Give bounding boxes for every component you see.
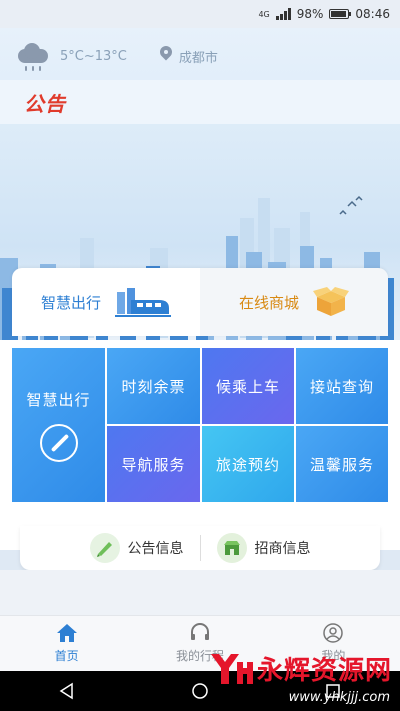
grid-timetable[interactable]: 时刻余票 — [107, 348, 200, 424]
yh-logo — [210, 654, 253, 684]
grid-smart-travel[interactable]: 智慧出行 — [12, 348, 105, 502]
headset-icon — [190, 623, 209, 640]
grid-label: 导航服务 — [121, 455, 186, 474]
signal-icon — [275, 8, 291, 20]
home-icon — [56, 624, 77, 642]
weather-widget[interactable]: 5°C~13°C 成都市 — [16, 36, 218, 76]
temperature-text: 5°C~13°C — [60, 48, 127, 64]
merchant-link[interactable]: 招商信息 — [201, 533, 327, 563]
watermark-url: www.yhkjjj.com — [288, 690, 390, 705]
grid-label: 时刻余票 — [121, 377, 186, 396]
watermark-text: 永辉资源网 — [256, 655, 392, 686]
grid-care-service[interactable]: 温馨服务 — [296, 426, 388, 502]
clock: 08:46 — [355, 7, 390, 21]
city-text: 成都市 — [178, 50, 218, 66]
location[interactable]: 成都市 — [159, 46, 218, 66]
nav-home[interactable]: 首页 — [0, 616, 133, 671]
grid-label: 智慧出行 — [26, 390, 91, 409]
tab-label: 智慧出行 — [40, 293, 101, 312]
location-pin-icon — [159, 46, 173, 66]
announcement-icon — [89, 533, 120, 563]
service-grid: 智慧出行 时刻余票 候乘上车 接站查询 导航服务 旅途预约 温馨服务 — [12, 348, 388, 502]
grid-label: 旅途预约 — [215, 455, 280, 474]
battery-percent: 98% — [296, 7, 324, 21]
status-bar: 4G 98% 08:46 — [0, 0, 400, 28]
box-icon — [313, 287, 349, 316]
notice-logo-text: 公告 — [24, 91, 66, 116]
back-icon[interactable] — [58, 682, 76, 700]
user-icon — [323, 623, 344, 643]
grid-label: 候乘上车 — [215, 377, 280, 396]
merchant-icon — [216, 533, 247, 563]
announcement-link[interactable]: 公告信息 — [74, 533, 200, 563]
network-type: 4G — [258, 9, 270, 19]
grid-navigation[interactable]: 导航服务 — [107, 426, 200, 502]
content-bottom-area — [0, 570, 400, 615]
tab-label: 在线商城 — [238, 293, 299, 312]
grid-label: 接站查询 — [309, 377, 374, 396]
train-icon — [115, 288, 171, 317]
tab-online-mall[interactable]: 在线商城 — [200, 268, 388, 336]
grid-boarding[interactable]: 候乘上车 — [202, 348, 294, 424]
rain-cloud-icon — [16, 39, 50, 73]
grid-label: 温馨服务 — [309, 455, 374, 474]
notice-bar[interactable]: 公告 — [0, 80, 400, 124]
service-grid-area: 智慧出行 时刻余票 候乘上车 接站查询 导航服务 旅途预约 温馨服务 — [0, 340, 400, 550]
tab-smart-travel[interactable]: 智慧出行 — [12, 268, 200, 336]
compass-icon — [39, 423, 78, 462]
info-label: 公告信息 — [127, 541, 184, 557]
grid-pickup-query[interactable]: 接站查询 — [296, 348, 388, 424]
info-strip: 公告信息 招商信息 — [20, 526, 380, 570]
battery-icon — [329, 9, 352, 19]
watermark: 永辉资源网 — [209, 648, 392, 688]
grid-trip-booking[interactable]: 旅途预约 — [202, 426, 294, 502]
nav-label: 首页 — [54, 649, 79, 663]
home-circle-icon[interactable] — [191, 682, 209, 700]
notice-logo: 公告 — [24, 88, 66, 117]
service-tabs: 智慧出行 在线商城 — [12, 268, 388, 336]
info-label: 招商信息 — [254, 541, 311, 557]
